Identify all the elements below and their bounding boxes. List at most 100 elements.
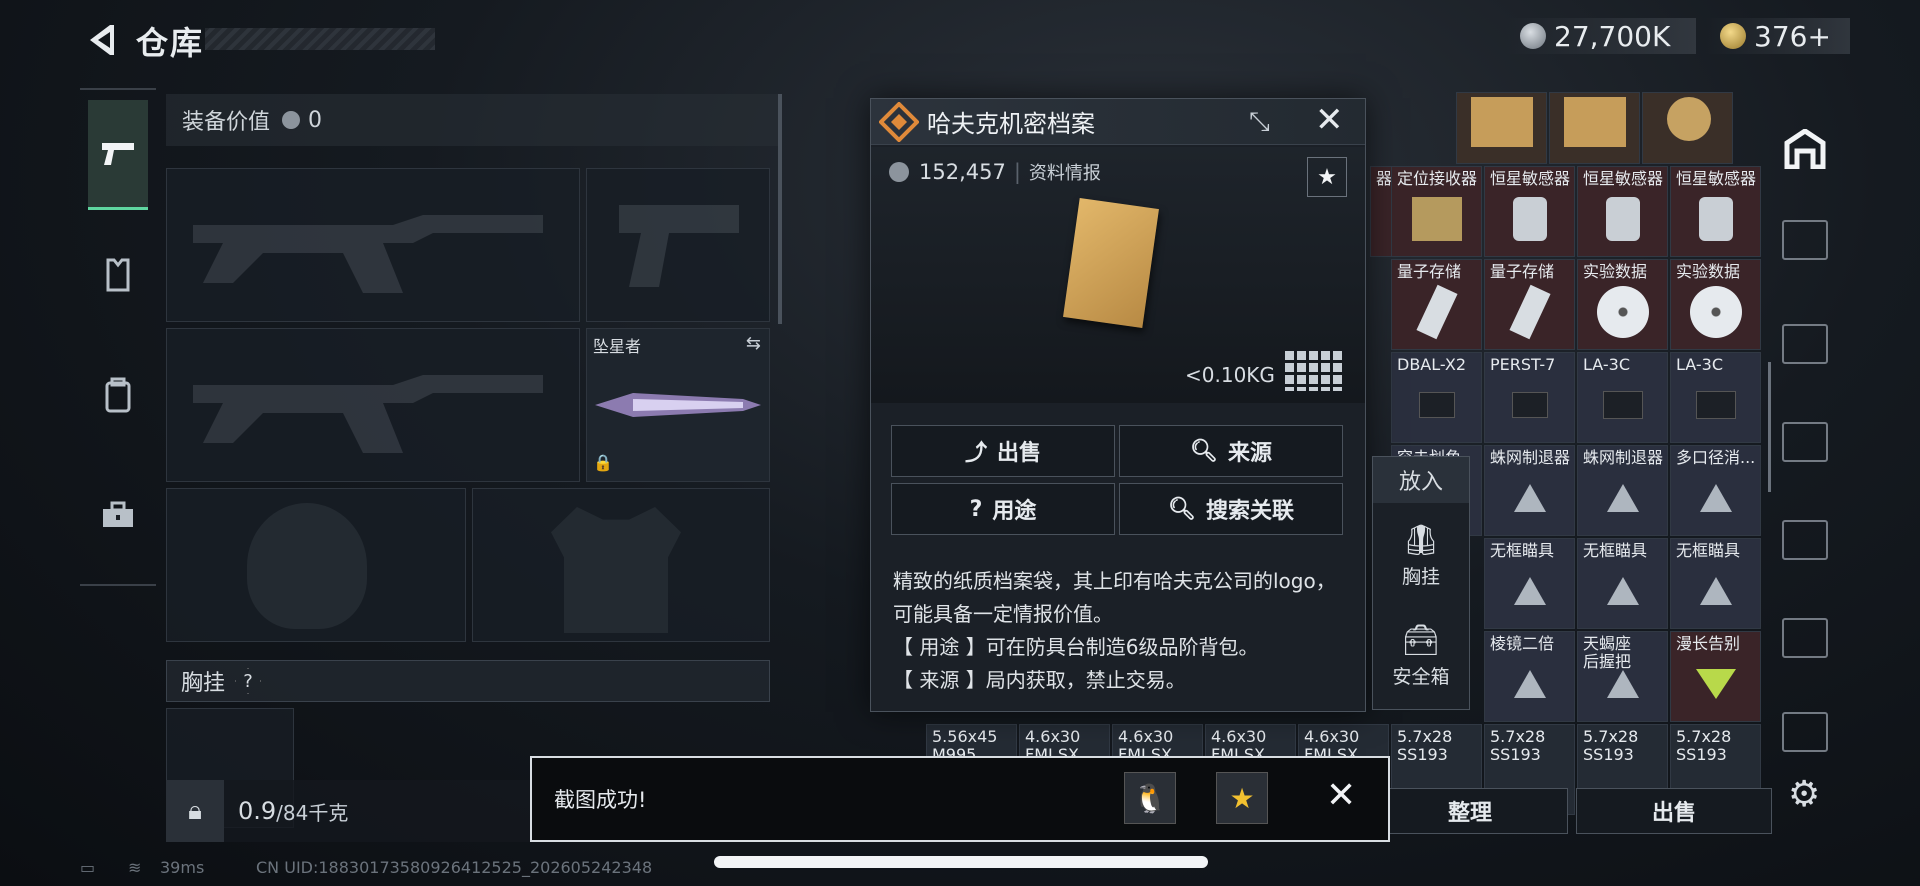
helmet-slot[interactable]: [166, 488, 466, 642]
place-in-safe-box[interactable]: 🧰︎ 安全箱: [1373, 623, 1469, 703]
inventory-cell[interactable]: 漫长告别: [1670, 631, 1761, 722]
battery-icon: ▭: [80, 858, 96, 877]
item-description: 精致的纸质档案袋，其上印有哈夫克公司的logo，可能具备一定情报价值。 【 用途…: [893, 569, 1336, 692]
collapse-icon[interactable]: ⤡: [1249, 107, 1270, 138]
inventory-cell[interactable]: 无框瞄具: [1577, 538, 1668, 629]
inventory-cell[interactable]: 多口径消...: [1670, 445, 1761, 536]
home-indicator[interactable]: [714, 856, 1208, 868]
currency-points[interactable]: 376+: [1706, 18, 1850, 54]
help-icon[interactable]: ?: [235, 668, 262, 694]
inventory-cell[interactable]: 实验数据: [1670, 259, 1761, 350]
scrollbar[interactable]: [778, 94, 782, 324]
search-related-button[interactable]: 🔍︎ 搜索关联: [1119, 483, 1343, 535]
inventory-cell[interactable]: [1642, 92, 1733, 164]
disc-icon: [1596, 285, 1649, 338]
inventory-cell[interactable]: 量子存储: [1484, 259, 1575, 350]
equipment-value: 装备价值 0: [166, 94, 778, 146]
inventory-cell[interactable]: 量子存储: [1391, 259, 1482, 350]
sell-button[interactable]: ⤴ 出售: [891, 425, 1115, 477]
document-icon: [1564, 97, 1626, 147]
usb-drive-icon: [1508, 284, 1551, 339]
storage-tab-4[interactable]: [1782, 422, 1828, 462]
receiver-icon: [1411, 196, 1462, 241]
close-icon[interactable]: ✕: [1315, 103, 1344, 137]
sensor-icon: [1512, 196, 1547, 241]
lock-icon: 🔒: [593, 453, 613, 472]
inventory-cell[interactable]: 蛛网制退器: [1484, 445, 1575, 536]
inventory-cell[interactable]: 天蝎座后握把: [1577, 631, 1668, 722]
wifi-icon: ≋: [128, 858, 142, 877]
warehouse-icon[interactable]: [1780, 124, 1830, 174]
laser-module-icon: [1695, 390, 1736, 419]
coin-icon: [889, 162, 909, 182]
inventory-cell[interactable]: 无框瞄具: [1484, 538, 1575, 629]
inventory-cell[interactable]: 定位接收器: [1391, 166, 1482, 257]
inventory-cell[interactable]: 实验数据: [1577, 259, 1668, 350]
document-icon: [1471, 97, 1533, 147]
item-price: 152,457 | 资料情报: [889, 159, 1101, 185]
inventory-cell[interactable]: [1549, 92, 1640, 164]
backup-weapon-slot[interactable]: [166, 328, 580, 482]
swap-icon[interactable]: ⇆: [746, 333, 761, 354]
tab-weapons[interactable]: [88, 100, 148, 210]
favorite-star-icon[interactable]: ★: [1307, 157, 1347, 197]
place-in-chest-rig[interactable]: 🦺︎ 胸挂: [1373, 523, 1469, 603]
qzone-share-icon[interactable]: ★: [1216, 772, 1268, 824]
settings-gear-icon[interactable]: ⚙: [1788, 774, 1820, 815]
inventory-cell[interactable]: 无框瞄具: [1670, 538, 1761, 629]
unknown-item-icon: [1699, 576, 1732, 605]
usage-button[interactable]: ? 用途: [891, 483, 1115, 535]
armor-silhouette-icon: [551, 507, 681, 633]
inventory-cell[interactable]: 恒星敏感器: [1484, 166, 1575, 257]
gold-coin-icon: [1720, 23, 1746, 49]
laser-module-icon: [1602, 390, 1643, 419]
coin-icon: [1520, 23, 1546, 49]
inventory-cell[interactable]: [1456, 92, 1547, 164]
storage-tab[interactable]: [1782, 520, 1828, 560]
body-armor-slot[interactable]: [472, 488, 770, 642]
sensor-icon: [1698, 196, 1733, 241]
qq-share-icon[interactable]: 🐧: [1124, 772, 1176, 824]
weight-icon: 🔒︎: [166, 780, 224, 842]
inventory-cell[interactable]: LA-3C: [1670, 352, 1761, 443]
unknown-item-icon: [1699, 483, 1732, 512]
chest-rig-header: 胸挂 ?: [166, 660, 770, 702]
disc-icon: [1689, 285, 1742, 338]
close-icon[interactable]: ✕: [1326, 776, 1356, 816]
ping-text: 39ms: [160, 858, 205, 877]
tab-backpack[interactable]: [88, 340, 148, 450]
question-icon: ?: [969, 496, 983, 522]
primary-weapon-slot[interactable]: [166, 168, 580, 322]
laser-module-icon: [1418, 391, 1455, 418]
place-in-panel: 放入 🦺︎ 胸挂 🧰︎ 安全箱: [1372, 456, 1470, 710]
sell-all-button[interactable]: 出售: [1576, 788, 1772, 834]
source-button[interactable]: 🔍︎ 来源: [1119, 425, 1343, 477]
document-folder-icon: [1063, 198, 1159, 328]
tab-toolbox[interactable]: [88, 460, 148, 570]
tab-armor[interactable]: [88, 220, 148, 330]
unknown-item-icon: [1606, 483, 1639, 512]
melee-slot[interactable]: 坠星者 ⇆ 🔒: [586, 328, 770, 482]
inventory-cell[interactable]: DBAL-X2: [1391, 352, 1482, 443]
safe-box-icon: 🧰︎: [1401, 623, 1441, 658]
sort-button[interactable]: 整理: [1372, 788, 1568, 834]
secondary-weapon-slot[interactable]: [586, 168, 770, 322]
inventory-cell[interactable]: PERST-7: [1484, 352, 1575, 443]
inventory-cell[interactable]: 恒星敏感器: [1577, 166, 1668, 257]
storage-tab-4[interactable]: [1782, 324, 1828, 364]
uid-text: CN UID:18830173580926412525_202605242348: [256, 858, 653, 877]
currency-coins: 27,700K: [1506, 18, 1696, 54]
inventory-cell[interactable]: 蛛网制退器: [1577, 445, 1668, 536]
inventory-cell[interactable]: 恒星敏感器: [1670, 166, 1761, 257]
storage-tab-4[interactable]: [1782, 618, 1828, 658]
storage-tab-5[interactable]: [1782, 712, 1828, 752]
unknown-item-icon: [1606, 669, 1639, 698]
search-icon: 🔍︎: [1168, 496, 1196, 522]
back-button[interactable]: [82, 20, 118, 60]
back-arrow-icon: [90, 25, 114, 55]
inventory-cell[interactable]: LA-3C: [1577, 352, 1668, 443]
inventory-cell[interactable]: 棱镜二倍: [1484, 631, 1575, 722]
coin-icon: [282, 111, 301, 129]
storage-tab-4[interactable]: [1782, 220, 1828, 260]
item-preview: 152,457 | 资料情报 ★ <0.10KG: [871, 147, 1365, 403]
